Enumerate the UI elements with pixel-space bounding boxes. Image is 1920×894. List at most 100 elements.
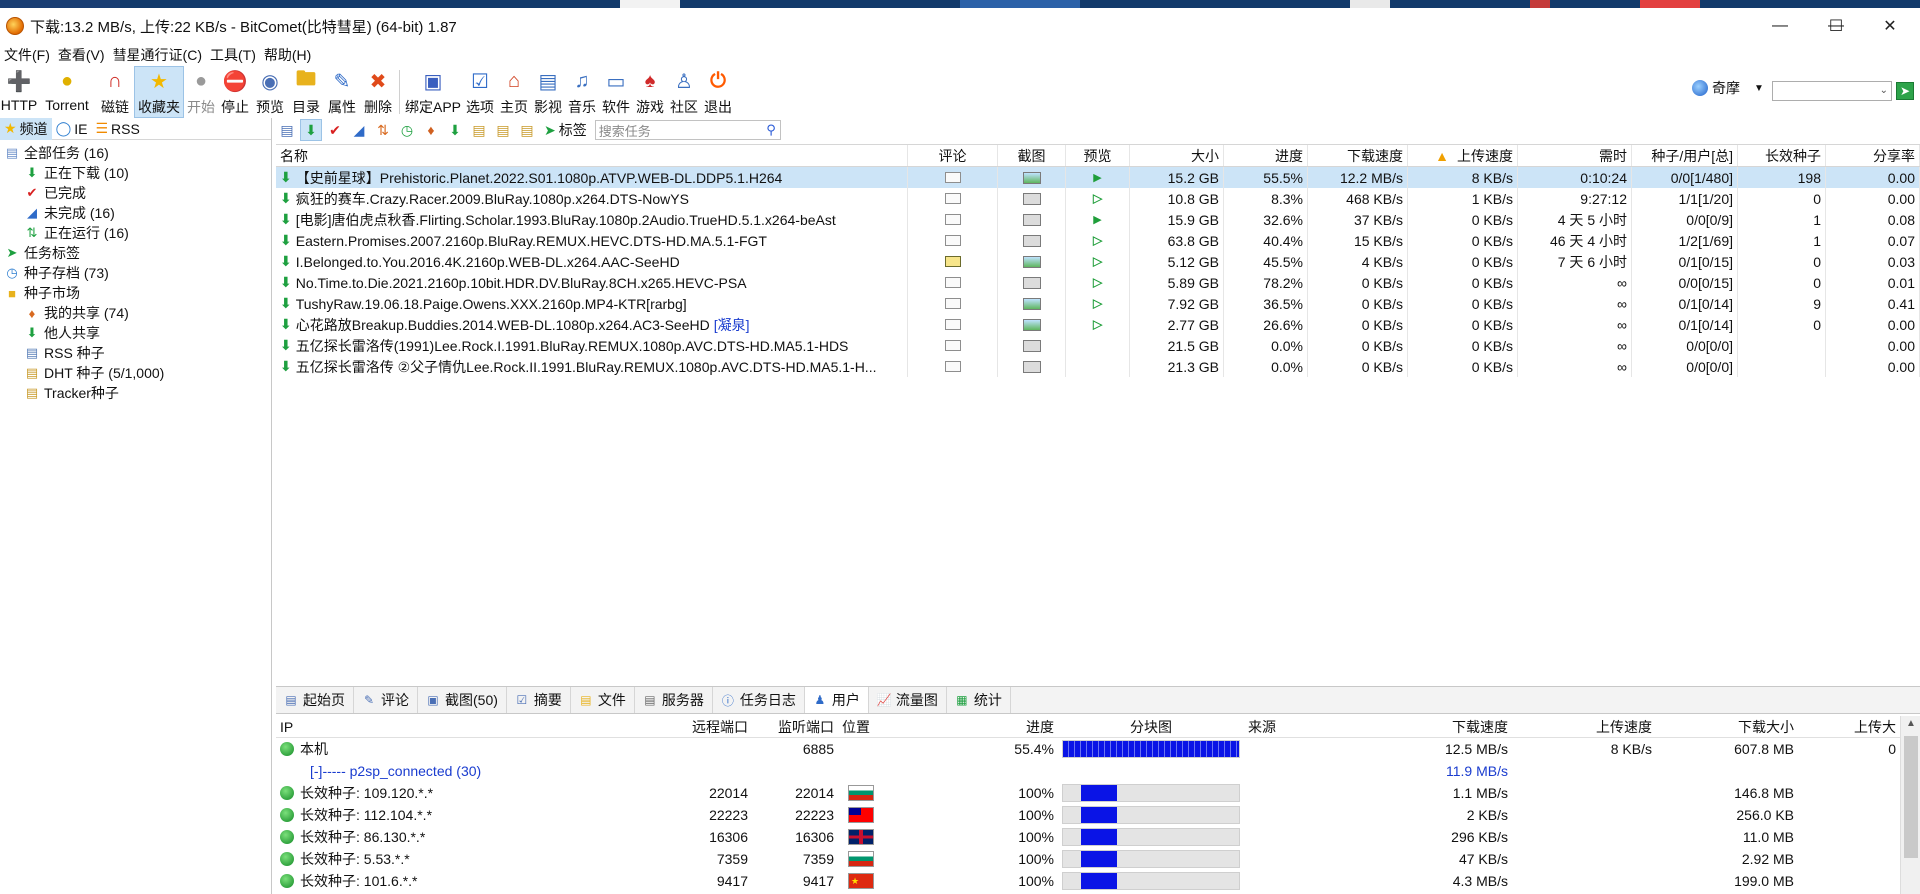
- web-search-input[interactable]: ⌄: [1772, 81, 1892, 101]
- col-peers[interactable]: 种子/用户[总]: [1632, 145, 1738, 166]
- col-size[interactable]: 大小: [1130, 145, 1224, 166]
- tab-channel[interactable]: ★ 频道: [0, 117, 52, 140]
- tree-tracker-torrents[interactable]: ▤ Tracker种子: [0, 383, 271, 403]
- software-button[interactable]: ▭ 软件: [599, 66, 633, 118]
- peer-row-local[interactable]: 本机 6885 55.4% 12.5 MB/s 8 KB/s 607.8 MB …: [276, 738, 1900, 760]
- new-task-button[interactable]: ▤: [276, 119, 298, 141]
- tree-incomplete[interactable]: ◢ 未完成 (16): [0, 203, 271, 223]
- tab-statistics[interactable]: ▦ 统计: [947, 687, 1011, 713]
- tree-dht-torrents[interactable]: ▤ DHT 种子 (5/1,000): [0, 363, 271, 383]
- tool-b-button[interactable]: ⬇: [444, 119, 466, 141]
- task-row[interactable]: ⬇ 五亿探长雷洛传(1991)Lee.Rock.I.1991.BluRay.REM…: [276, 335, 1920, 356]
- task-row[interactable]: ⬇ No.Time.to.Die.2021.2160p.10bit.HDR.DV.…: [276, 272, 1920, 293]
- peer-row[interactable]: 长效种子: 101.6.*.* 9417 9417 ★ 100% 4.3 MB/s 199.…: [276, 870, 1900, 892]
- peer-table-scrollbar[interactable]: ▲: [1900, 716, 1920, 894]
- task-row[interactable]: ⬇ I.Belonged.to.You.2016.4K.2160p.WEB-DL.…: [276, 251, 1920, 272]
- col-eta[interactable]: 需时: [1518, 145, 1632, 166]
- col-location[interactable]: 位置: [838, 716, 938, 737]
- task-row[interactable]: ⬇ 心花路放Breakup.Buddies.2014.WEB-DL.1080p.x…: [276, 314, 1920, 335]
- tab-task-log[interactable]: ⓘ 任务日志: [713, 687, 805, 713]
- tree-others-shares[interactable]: ⬇ 他人共享: [0, 323, 271, 343]
- peer-row[interactable]: 长效种子: 109.120.*.* 22014 22014 100% 1.1 MB/s 1…: [276, 782, 1900, 804]
- tool-d-button[interactable]: ▤: [492, 119, 514, 141]
- filter-running-button[interactable]: ⇅: [372, 119, 394, 141]
- video-button[interactable]: ▤ 影视: [531, 66, 565, 118]
- col-screenshot[interactable]: 截图: [998, 145, 1066, 166]
- tab-comments[interactable]: ✎ 评论: [354, 687, 418, 713]
- col-share-ratio[interactable]: 分享率: [1826, 145, 1920, 166]
- start-button[interactable]: ● 开始: [184, 66, 218, 118]
- delete-button[interactable]: ✖ 删除: [360, 66, 396, 118]
- home-button[interactable]: ⌂ 主页: [497, 66, 531, 118]
- tool-e-button[interactable]: ▤: [516, 119, 538, 141]
- filter-downloading-button[interactable]: ⬇: [300, 119, 322, 141]
- tree-all-tasks[interactable]: ▤ 全部任务 (16): [0, 143, 271, 163]
- minimize-button[interactable]: —: [1752, 8, 1808, 44]
- tab-peers[interactable]: ♟ 用户: [804, 687, 869, 713]
- menu-help[interactable]: 帮助(H): [260, 45, 315, 65]
- favorites-button[interactable]: ★ 收藏夹: [134, 66, 184, 118]
- col-source[interactable]: 来源: [1244, 716, 1378, 737]
- tab-start-page[interactable]: ▤ 起始页: [276, 687, 354, 713]
- close-button[interactable]: ✕: [1862, 8, 1918, 44]
- tree-rss-torrents[interactable]: ▤ RSS 种子: [0, 343, 271, 363]
- task-row[interactable]: ⬇ 疯狂的赛车.Crazy.Racer.2009.BluRay.1080p.x26…: [276, 188, 1920, 209]
- tree-my-shares[interactable]: ♦ 我的共享 (74): [0, 303, 271, 323]
- col-peer-progress[interactable]: 进度: [938, 716, 1058, 737]
- tree-running[interactable]: ⇅ 正在运行 (16): [0, 223, 271, 243]
- preview-button[interactable]: ◉ 预览: [252, 66, 288, 118]
- music-button[interactable]: ♫ 音乐: [565, 66, 599, 118]
- tab-screenshots[interactable]: ▣ 截图(50): [418, 687, 507, 713]
- menu-passport[interactable]: 彗星通行证(C): [109, 45, 206, 65]
- tag-button[interactable]: ➤ 标签: [544, 120, 587, 140]
- peer-row[interactable]: 长效种子: 86.130.*.* 16306 16306 100% 296 KB/s 11…: [276, 826, 1900, 848]
- task-row[interactable]: ⬇ 五亿探长雷洛传 ②父子情仇Lee.Rock.II.1991.BluRay.RE…: [276, 356, 1920, 377]
- tab-traffic-graph[interactable]: 📈 流量图: [869, 687, 947, 713]
- task-row[interactable]: ⬇ Eastern.Promises.2007.2160p.BluRay.REMU…: [276, 230, 1920, 251]
- magnet-button[interactable]: ∩ 磁链: [96, 66, 134, 118]
- tab-files[interactable]: ▤ 文件: [571, 687, 635, 713]
- col-peer-down-speed[interactable]: 下载速度: [1378, 716, 1512, 737]
- scrollbar-thumb[interactable]: [1904, 736, 1918, 858]
- col-up-size[interactable]: 上传大: [1798, 716, 1900, 737]
- qimo-search-provider[interactable]: 奇摩 ▼: [1692, 78, 1764, 98]
- menu-view[interactable]: 查看(V): [54, 45, 109, 65]
- col-long-seeds[interactable]: 长效种子: [1738, 145, 1826, 166]
- col-piece-map[interactable]: 分块图: [1058, 716, 1244, 737]
- tab-summary[interactable]: ☑ 摘要: [507, 687, 571, 713]
- game-button[interactable]: ♠ 游戏: [633, 66, 667, 118]
- task-row[interactable]: ⬇ TushyRaw.19.06.18.Paige.Owens.XXX.2160p…: [276, 293, 1920, 314]
- options-button[interactable]: ☑ 选项: [463, 66, 497, 118]
- task-row[interactable]: ⬇ [电影]唐伯虎点秋香.Flirting.Scholar.1993.BluRay…: [276, 209, 1920, 230]
- web-search-go-button[interactable]: ➤: [1896, 82, 1914, 100]
- folder-button[interactable]: 🖿 目录: [288, 66, 324, 118]
- tab-ie[interactable]: ◯ IE: [52, 118, 92, 140]
- col-remote-port[interactable]: 远程端口: [662, 716, 752, 737]
- col-download-speed[interactable]: 下载速度: [1308, 145, 1408, 166]
- col-ip[interactable]: IP: [276, 716, 662, 737]
- torrent-button[interactable]: ● Torrent: [38, 66, 96, 118]
- task-search-input[interactable]: 搜索任务 ⚲: [594, 120, 781, 140]
- col-preview[interactable]: 预览: [1066, 145, 1130, 166]
- exit-button[interactable]: ⏻ 退出: [701, 66, 735, 118]
- menu-tools[interactable]: 工具(T): [206, 45, 260, 65]
- tree-downloading[interactable]: ⬇ 正在下载 (10): [0, 163, 271, 183]
- peer-row[interactable]: 长效种子: 112.104.*.* 22223 22223 100% 2 KB/s 256…: [276, 804, 1900, 826]
- col-comment[interactable]: 评论: [908, 145, 998, 166]
- filter-incomplete-button[interactable]: ◢: [348, 119, 370, 141]
- tree-completed[interactable]: ✔ 已完成: [0, 183, 271, 203]
- col-down-size[interactable]: 下载大小: [1656, 716, 1798, 737]
- col-peer-up-speed[interactable]: 上传速度: [1512, 716, 1656, 737]
- tool-a-button[interactable]: ♦: [420, 119, 442, 141]
- tree-torrent-market[interactable]: ■ 种子市场: [0, 283, 271, 303]
- stop-button[interactable]: ⛔ 停止: [218, 66, 252, 118]
- community-button[interactable]: ♙ 社区: [667, 66, 701, 118]
- schedule-button[interactable]: ◷: [396, 119, 418, 141]
- bind-app-button[interactable]: ▣ 绑定APP: [403, 66, 463, 118]
- tool-c-button[interactable]: ▤: [468, 119, 490, 141]
- peer-row[interactable]: 长效种子: 5.53.*.* 7359 7359 100% 47 KB/s 2.92 MB: [276, 848, 1900, 870]
- properties-button[interactable]: ✎ 属性: [324, 66, 360, 118]
- tab-rss[interactable]: ☰ RSS: [91, 118, 143, 140]
- col-name[interactable]: 名称: [276, 145, 908, 166]
- col-listen-port[interactable]: 监听端口: [752, 716, 838, 737]
